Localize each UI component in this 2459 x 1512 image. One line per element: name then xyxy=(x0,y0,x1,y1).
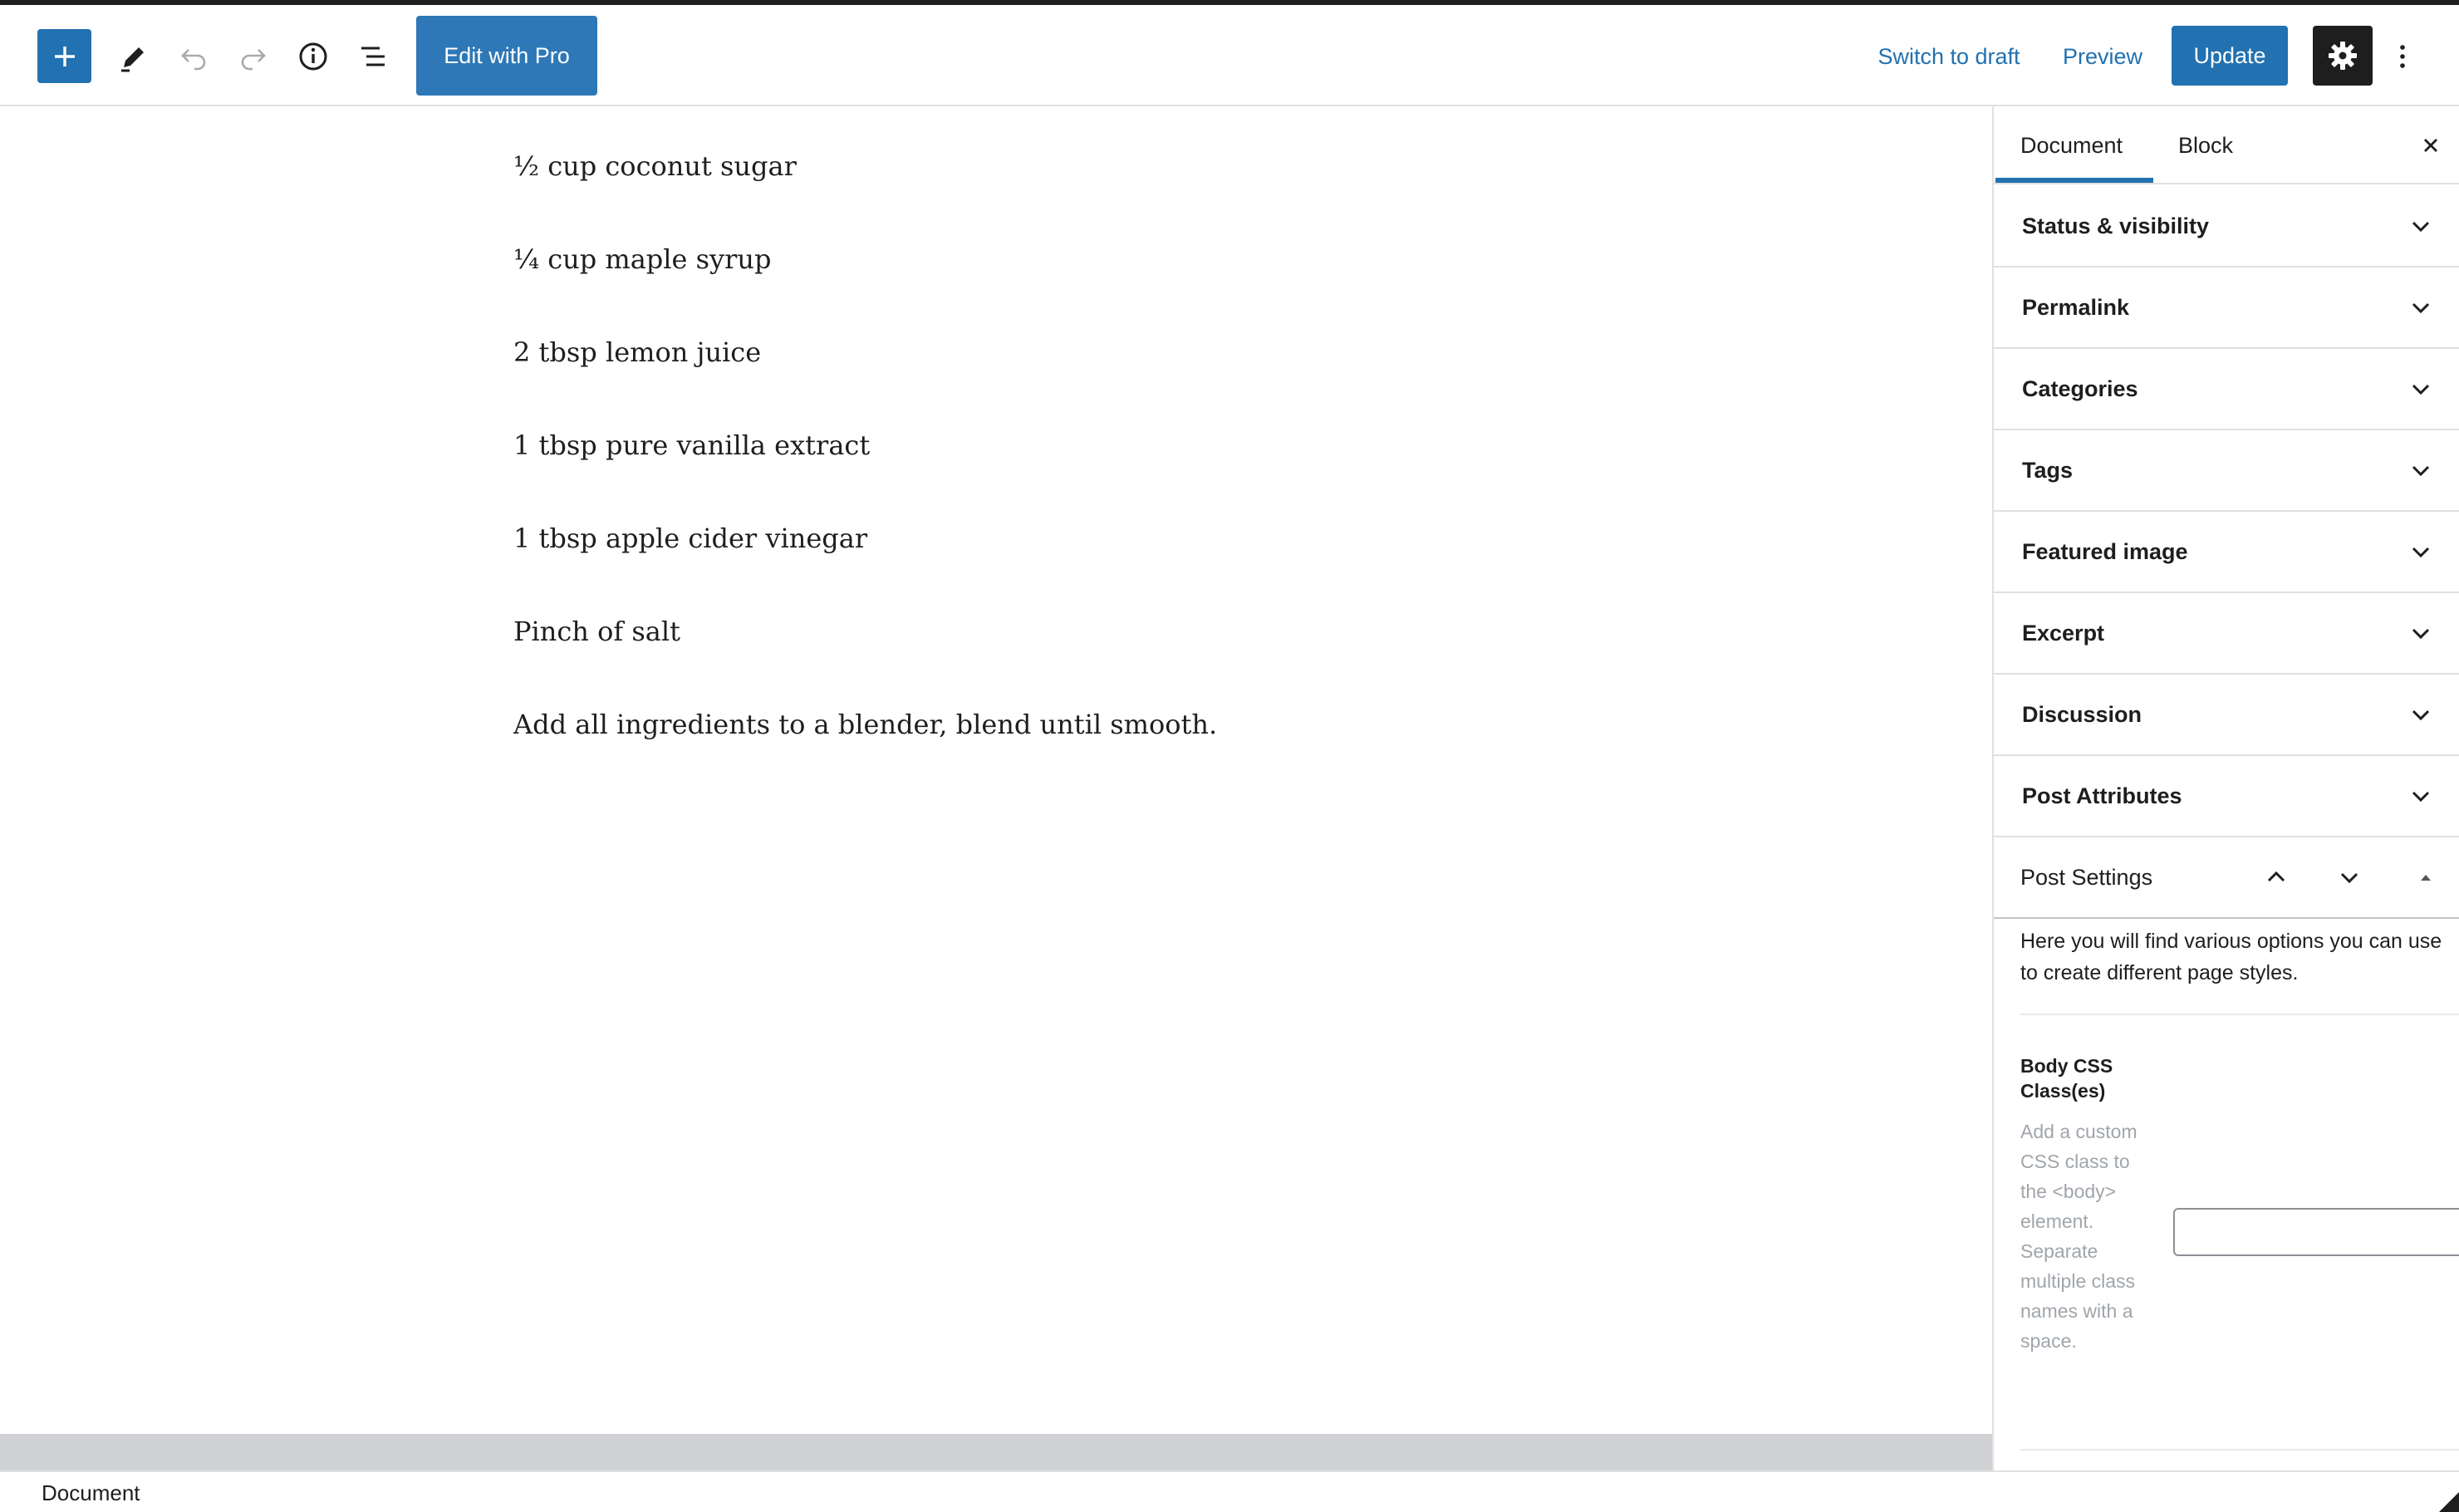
preview-button[interactable]: Preview xyxy=(2055,30,2150,83)
info-icon xyxy=(299,42,327,71)
paragraph-block[interactable]: 2 tbsp lemon juice xyxy=(513,336,761,369)
chevron-down-icon xyxy=(2401,369,2441,409)
more-vertical-icon xyxy=(2400,45,2405,68)
panel-title: Categories xyxy=(2022,376,2138,401)
divider xyxy=(2020,1014,2459,1015)
panel-title: Featured image xyxy=(2022,538,2188,564)
chevron-down-icon xyxy=(2401,695,2441,734)
editor-canvas[interactable] xyxy=(0,106,1992,1434)
chevron-down-icon xyxy=(2401,613,2441,653)
chevron-down-icon xyxy=(2401,450,2441,490)
editor-toolbar: Edit with Pro Switch to draft Preview Up… xyxy=(0,5,2459,106)
close-icon xyxy=(2424,139,2437,152)
body-css-help: Add a custom CSS class to the <body> ele… xyxy=(2020,1121,2138,1352)
edit-with-pro-button[interactable]: Edit with Pro xyxy=(416,16,597,96)
redo-button[interactable] xyxy=(227,30,280,83)
panel-title: Tags xyxy=(2022,457,2074,483)
update-button[interactable]: Update xyxy=(2172,26,2288,86)
panel-post-settings: Post Settings xyxy=(1994,837,2459,919)
paragraph-block[interactable]: ½ cup coconut sugar xyxy=(513,150,797,183)
block-breadcrumb-bar: Document xyxy=(0,1470,2459,1512)
panel-status-visibility[interactable]: Status & visibility xyxy=(1994,186,2459,268)
panel-permalink[interactable]: Permalink xyxy=(1994,268,2459,349)
caret-up-icon xyxy=(2421,875,2431,881)
panel-categories[interactable]: Categories xyxy=(1994,349,2459,430)
tab-document[interactable]: Document xyxy=(2020,106,2123,184)
settings-sidebar: Document Block Status & visibility Perma… xyxy=(1992,106,2459,1470)
paragraph-block[interactable]: 1 tbsp pure vanilla extract xyxy=(513,429,870,462)
plus-icon xyxy=(54,46,75,66)
paragraph-block[interactable]: 1 tbsp apple cider vinegar xyxy=(513,522,867,555)
panel-title: Status & visibility xyxy=(2022,213,2210,238)
panel-tags[interactable]: Tags xyxy=(1994,430,2459,512)
chevron-down-icon xyxy=(2401,532,2441,572)
chevron-down-icon xyxy=(2401,776,2441,816)
tab-block[interactable]: Block xyxy=(2178,106,2233,184)
body-css-label: Body CSS Class(es) xyxy=(2020,1055,2113,1102)
list-view-icon xyxy=(361,47,385,66)
chevron-down-icon xyxy=(2340,872,2358,884)
panel-title: Post Settings xyxy=(2020,864,2153,890)
panel-featured-image[interactable]: Featured image xyxy=(1994,512,2459,593)
details-button[interactable] xyxy=(287,30,340,83)
settings-button[interactable] xyxy=(2313,26,2373,86)
switch-to-draft-button[interactable]: Switch to draft xyxy=(1866,30,2032,83)
chevron-up-icon xyxy=(2267,871,2285,882)
chevron-down-icon xyxy=(2401,206,2441,246)
move-down-button[interactable] xyxy=(2329,857,2369,897)
undo-icon xyxy=(181,49,206,71)
paragraph-block[interactable]: Add all ingredients to a blender, blend … xyxy=(513,708,1217,741)
paragraph-block[interactable]: Pinch of salt xyxy=(513,615,680,648)
divider xyxy=(2020,1449,2459,1451)
resize-corner xyxy=(2439,1492,2459,1512)
undo-button[interactable] xyxy=(167,30,220,83)
active-tab-indicator xyxy=(1995,178,2153,183)
toggle-panel-button[interactable] xyxy=(2406,857,2446,897)
panel-title: Excerpt xyxy=(2022,620,2105,646)
redo-icon xyxy=(241,49,266,71)
pencil-icon xyxy=(121,47,144,72)
panel-discussion[interactable]: Discussion xyxy=(1994,675,2459,756)
chevron-down-icon xyxy=(2401,287,2441,327)
tools-button[interactable] xyxy=(106,30,160,83)
panel-title: Permalink xyxy=(2022,294,2130,320)
more-options-button[interactable] xyxy=(2376,30,2429,83)
add-block-button[interactable] xyxy=(37,29,91,83)
post-settings-description: Here you will find various options you c… xyxy=(2020,930,2442,984)
gear-icon xyxy=(2329,42,2357,70)
body-css-input[interactable] xyxy=(2173,1208,2459,1256)
panel-excerpt[interactable]: Excerpt xyxy=(1994,593,2459,675)
move-up-button[interactable] xyxy=(2256,857,2296,897)
close-sidebar-button[interactable] xyxy=(2404,119,2457,172)
breadcrumb-document[interactable]: Document xyxy=(42,1480,140,1506)
sidebar-tabs: Document Block xyxy=(1994,106,2459,184)
list-view-button[interactable] xyxy=(346,30,400,83)
horizontal-scrollbar[interactable] xyxy=(0,1434,1992,1470)
paragraph-block[interactable]: ¼ cup maple syrup xyxy=(513,243,772,276)
panel-title: Post Attributes xyxy=(2022,783,2182,808)
panel-post-attributes[interactable]: Post Attributes xyxy=(1994,756,2459,837)
panel-title: Discussion xyxy=(2022,701,2142,727)
